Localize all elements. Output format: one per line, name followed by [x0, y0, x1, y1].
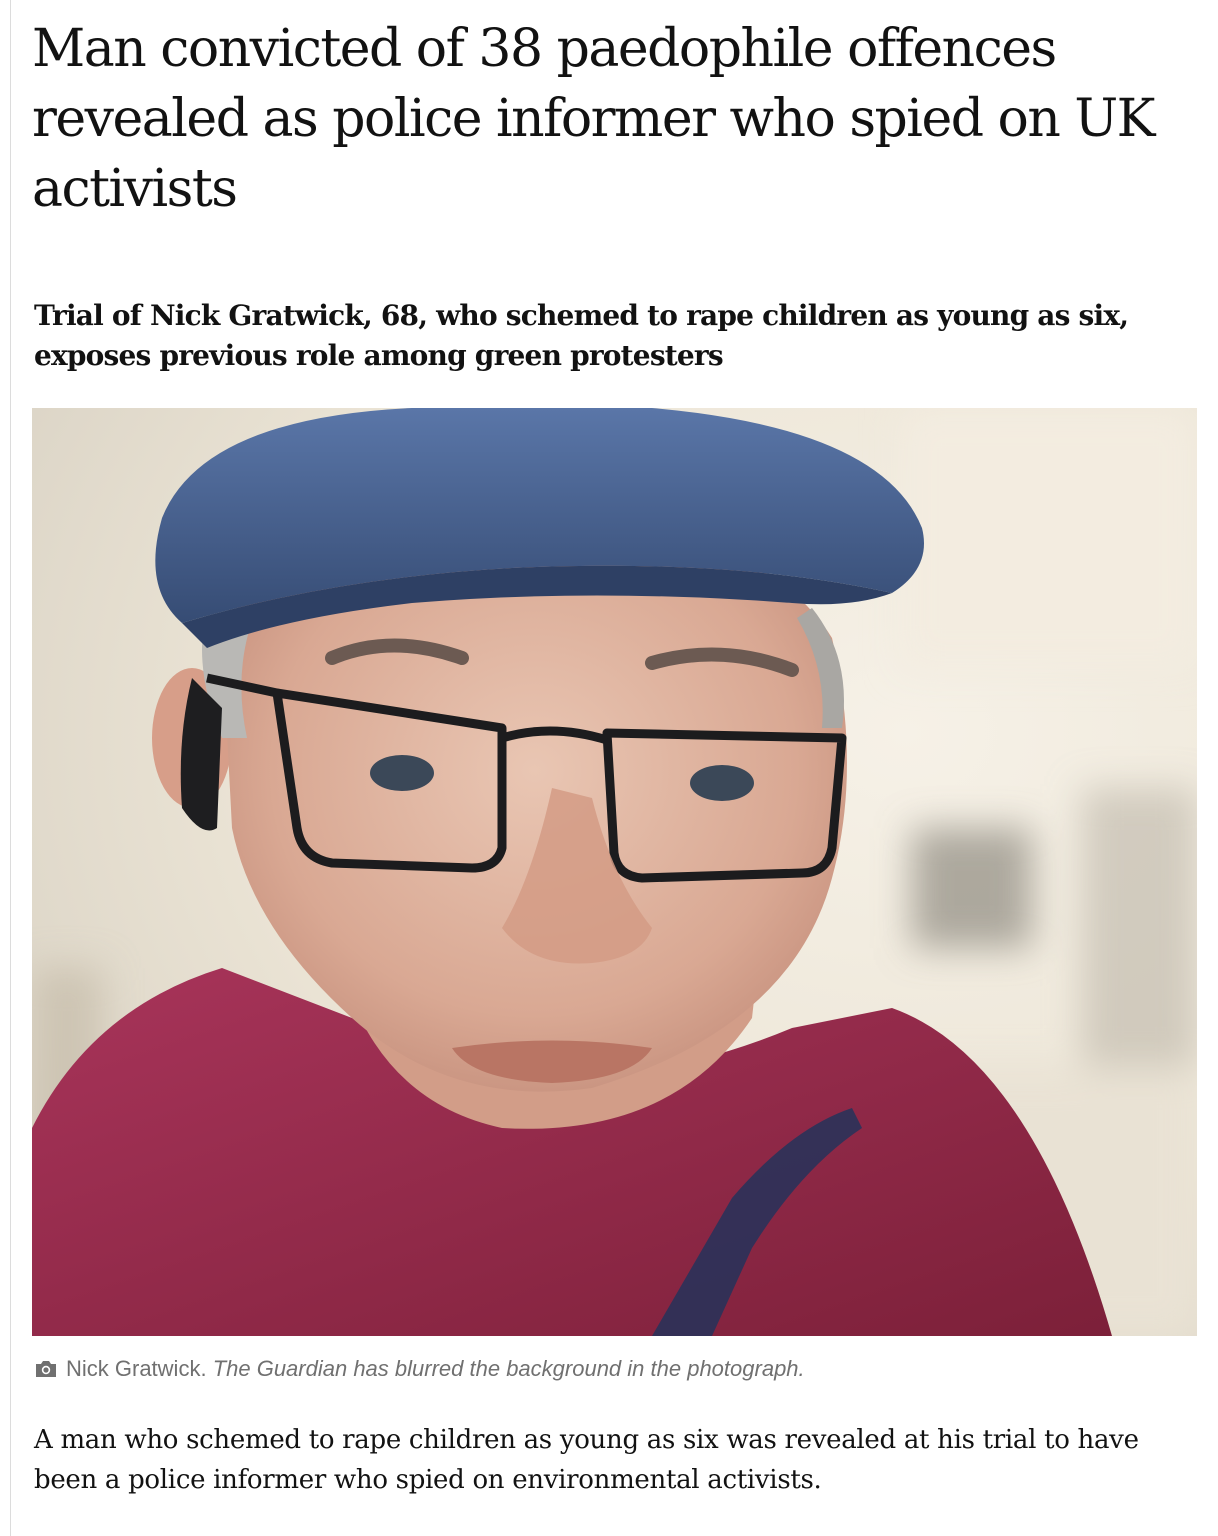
article-photo	[32, 408, 1197, 1336]
article-body-paragraph: A man who schemed to rape children as yo…	[34, 1425, 1139, 1495]
caption-note: The Guardian has blurred the background …	[212, 1356, 805, 1381]
page-left-border	[10, 0, 11, 1536]
photo-caption: Nick Gratwick. The Guardian has blurred …	[34, 1354, 1194, 1387]
article-headline: Man convicted of 38 paedophile offences …	[32, 19, 1156, 219]
camera-icon	[34, 1357, 58, 1387]
caption-name: Nick Gratwick.	[66, 1356, 207, 1381]
article-standfirst: Trial of Nick Gratwick, 68, who schemed …	[34, 299, 1129, 372]
portrait-illustration	[32, 408, 1197, 1336]
